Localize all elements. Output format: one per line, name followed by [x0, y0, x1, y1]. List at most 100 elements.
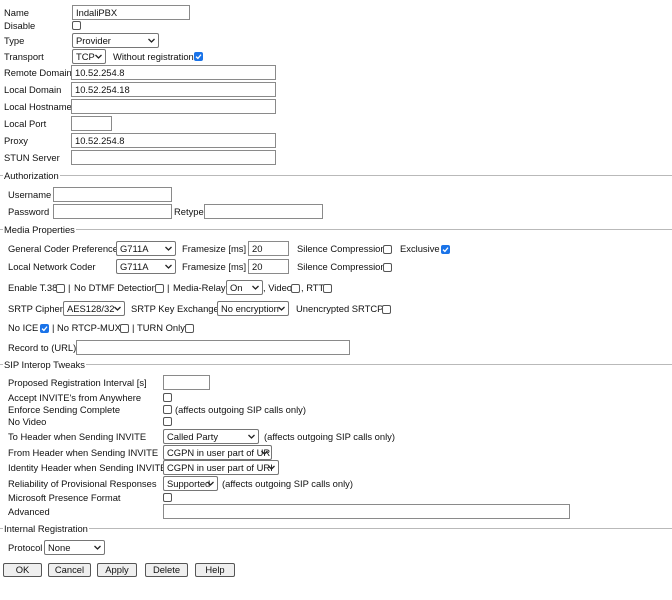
accept-invite-checkbox[interactable]	[163, 393, 172, 402]
to-header-note: (affects outgoing SIP calls only)	[264, 431, 395, 442]
retype-input[interactable]	[204, 204, 323, 219]
no-ice-label: No ICE	[8, 322, 39, 333]
media-relay-label: Media-Relay	[173, 282, 226, 293]
from-header-select[interactable]: CGPN in user part of URI	[163, 445, 272, 460]
no-video-label: No Video	[8, 416, 47, 427]
proxy-input[interactable]: 10.52.254.8	[71, 133, 276, 148]
to-header-label: To Header when Sending INVITE	[8, 431, 147, 442]
separator: |	[167, 282, 170, 293]
type-select[interactable]: Provider	[72, 33, 159, 48]
chevron-down-icon	[95, 54, 102, 59]
local-framesize-input[interactable]: 20	[248, 259, 289, 274]
separator: |	[52, 322, 55, 333]
without-registration-checkbox[interactable]	[194, 52, 203, 61]
local-domain-input[interactable]: 10.52.254.18	[71, 82, 276, 97]
srtp-cipher-select[interactable]: AES128/32	[63, 301, 125, 316]
remote-domain-input[interactable]: 10.52.254.8	[71, 65, 276, 80]
identity-header-select[interactable]: CGPN in user part of URI	[163, 460, 279, 475]
rtt-checkbox[interactable]	[323, 284, 332, 293]
protocol-label: Protocol	[8, 542, 43, 553]
chevron-down-icon	[165, 246, 172, 251]
record-url-input[interactable]	[76, 340, 350, 355]
check-icon	[41, 326, 48, 332]
no-rtcp-mux-label: No RTCP-MUX	[57, 322, 121, 333]
type-select-value: Provider	[76, 35, 111, 46]
srtp-cipher-value: AES128/32	[67, 303, 115, 314]
name-input[interactable]: IndaliPBX	[72, 5, 190, 20]
no-rtcp-mux-checkbox[interactable]	[120, 324, 129, 333]
proxy-label: Proxy	[4, 135, 28, 146]
srtp-key-value: No encryption	[221, 303, 279, 314]
check-icon	[195, 54, 202, 60]
cancel-button[interactable]: Cancel	[48, 563, 91, 577]
internal-section-title: Internal Registration	[3, 523, 89, 534]
reliability-note: (affects outgoing SIP calls only)	[222, 478, 353, 489]
enforce-checkbox[interactable]	[163, 405, 172, 414]
chevron-down-icon	[252, 285, 259, 290]
enable-t38-checkbox[interactable]	[56, 284, 65, 293]
local-silence-checkbox[interactable]	[383, 263, 392, 272]
local-hostname-input[interactable]	[71, 99, 276, 114]
chevron-down-icon	[248, 434, 255, 439]
stun-server-input[interactable]	[71, 150, 276, 165]
sip-divider	[0, 364, 672, 365]
chevron-down-icon	[114, 306, 121, 311]
chevron-down-icon	[94, 545, 101, 550]
video-checkbox[interactable]	[291, 284, 300, 293]
to-header-select[interactable]: Called Party	[163, 429, 259, 444]
local-hostname-label: Local Hostname	[4, 101, 72, 112]
general-coder-select[interactable]: G711A	[116, 241, 176, 256]
username-input[interactable]	[53, 187, 172, 202]
identity-header-value: CGPN in user part of URI	[167, 462, 273, 473]
from-header-label: From Header when Sending INVITE	[8, 447, 159, 458]
turn-only-checkbox[interactable]	[185, 324, 194, 333]
password-input[interactable]	[53, 204, 172, 219]
unencrypted-srtcp-checkbox[interactable]	[382, 305, 391, 314]
apply-button[interactable]: Apply	[97, 563, 137, 577]
password-label: Password	[8, 206, 50, 217]
to-header-value: Called Party	[167, 431, 219, 442]
general-coder-label: General Coder Preference	[8, 243, 118, 254]
check-icon	[442, 247, 449, 253]
ok-button[interactable]: OK	[3, 563, 42, 577]
media-section-title: Media Properties	[3, 224, 76, 235]
advanced-label: Advanced	[8, 506, 50, 517]
chevron-down-icon	[148, 38, 155, 43]
help-button[interactable]: Help	[195, 563, 235, 577]
protocol-select[interactable]: None	[44, 540, 105, 555]
no-dtmf-label: No DTMF Detection	[74, 282, 157, 293]
srtp-key-select[interactable]: No encryption	[217, 301, 289, 316]
separator: |	[132, 322, 135, 333]
no-dtmf-checkbox[interactable]	[155, 284, 164, 293]
video-label: , Video	[263, 282, 293, 293]
no-video-checkbox[interactable]	[163, 417, 172, 426]
delete-button[interactable]: Delete	[145, 563, 188, 577]
local-coder-select[interactable]: G711A	[116, 259, 176, 274]
type-label: Type	[4, 35, 25, 46]
advanced-input[interactable]	[163, 504, 570, 519]
exclusive-checkbox[interactable]	[441, 245, 450, 254]
accept-invite-label: Accept INVITE's from Anywhere	[8, 392, 142, 403]
sip-section-title: SIP Interop Tweaks	[3, 359, 86, 370]
chevron-down-icon	[261, 450, 268, 455]
proposed-reg-input[interactable]	[163, 375, 210, 390]
chevron-down-icon	[165, 264, 172, 269]
chevron-down-icon	[278, 306, 285, 311]
from-header-value: CGPN in user part of URI	[167, 447, 272, 458]
local-silence-label: Silence Compression	[297, 261, 386, 272]
exclusive-label: Exclusive	[400, 243, 440, 254]
local-port-label: Local Port	[4, 118, 47, 129]
no-ice-checkbox[interactable]	[40, 324, 49, 333]
remote-domain-label: Remote Domain	[4, 67, 72, 78]
ms-presence-checkbox[interactable]	[163, 493, 172, 502]
transport-select-value: TCP	[76, 51, 95, 62]
ms-presence-label: Microsoft Presence Format	[8, 492, 121, 503]
general-framesize-input[interactable]: 20	[248, 241, 289, 256]
local-port-input[interactable]	[71, 116, 112, 131]
disable-checkbox[interactable]	[72, 21, 81, 30]
media-relay-select[interactable]: On	[226, 280, 263, 295]
transport-select[interactable]: TCP	[72, 49, 106, 64]
reliability-select[interactable]: Supported	[163, 476, 218, 491]
general-silence-checkbox[interactable]	[383, 245, 392, 254]
local-domain-label: Local Domain	[4, 84, 62, 95]
